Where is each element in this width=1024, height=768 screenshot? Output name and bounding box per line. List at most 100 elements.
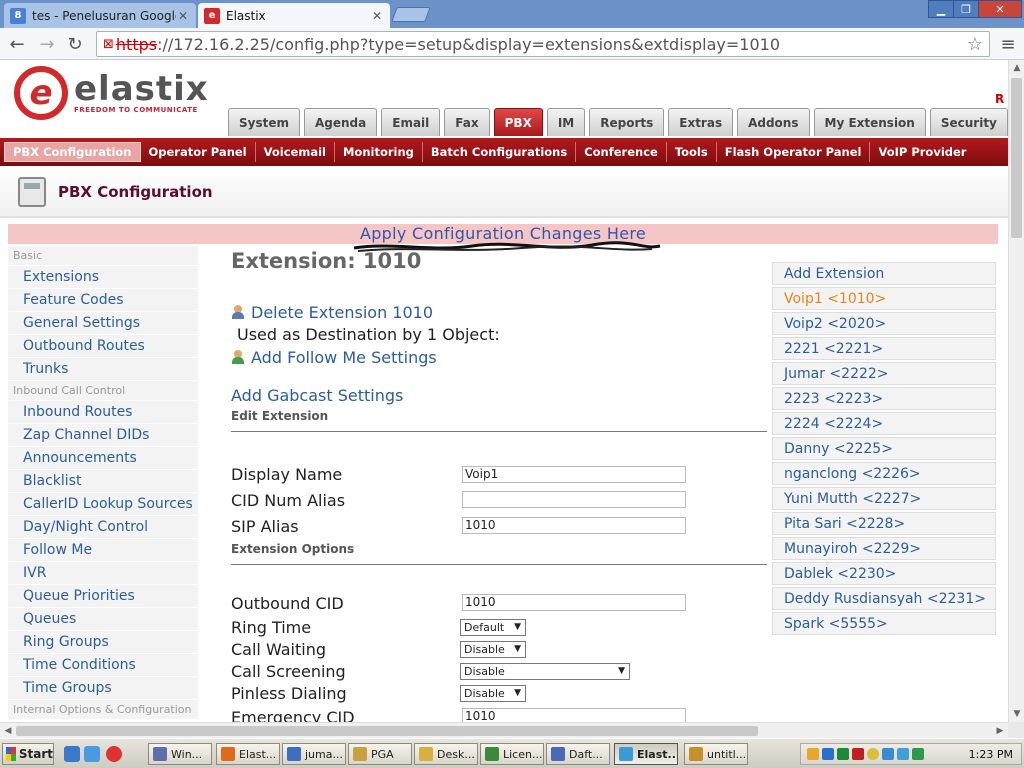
taskbar-item[interactable]: Licen... bbox=[480, 743, 544, 765]
extension-list-item[interactable]: Munayiroh <2229> bbox=[772, 537, 996, 560]
scroll-thumb[interactable] bbox=[16, 726, 758, 736]
bookmark-star-icon[interactable]: ☆ bbox=[967, 34, 983, 55]
subnav-batch-configurations[interactable]: Batch Configurations bbox=[423, 142, 577, 162]
close-tab-icon[interactable]: ✕ bbox=[176, 9, 190, 23]
clock[interactable]: 1:23 PM bbox=[969, 748, 1021, 761]
close-tab-icon[interactable]: ✕ bbox=[370, 9, 384, 23]
extension-list-item[interactable]: Voip1 <1010> bbox=[772, 287, 996, 310]
scroll-up-icon[interactable]: ▲ bbox=[1009, 60, 1024, 76]
sidebar-item-queue-priorities[interactable]: Queue Priorities bbox=[8, 585, 198, 608]
sidebar-item-outbound-routes[interactable]: Outbound Routes bbox=[8, 335, 198, 358]
tab-agenda[interactable]: Agenda bbox=[304, 108, 378, 136]
sidebar-item-follow-me[interactable]: Follow Me bbox=[8, 539, 198, 562]
tab-addons[interactable]: Addons bbox=[737, 108, 810, 136]
sidebar-item-time-groups[interactable]: Time Groups bbox=[8, 677, 198, 700]
sidebar-item-feature-codes[interactable]: Feature Codes bbox=[8, 289, 198, 312]
extension-list-item[interactable]: nganclong <2226> bbox=[772, 462, 996, 485]
sidebar-item-queues[interactable]: Queues bbox=[8, 608, 198, 631]
tab-im[interactable]: IM bbox=[546, 108, 586, 136]
subnav-monitoring[interactable]: Monitoring bbox=[335, 142, 423, 162]
extension-list-item[interactable]: 2221 <2221> bbox=[772, 337, 996, 360]
quicklaunch-icon[interactable] bbox=[84, 746, 100, 762]
ring-time-select[interactable]: Default ▼ bbox=[460, 619, 526, 636]
sidebar-item-zap-channel-dids[interactable]: Zap Channel DIDs bbox=[8, 424, 198, 447]
taskbar-item[interactable]: Elast... bbox=[614, 743, 678, 765]
tab-fax[interactable]: Fax bbox=[444, 108, 490, 136]
sidebar-item-general-settings[interactable]: General Settings bbox=[8, 312, 198, 335]
add-follow-me-link[interactable]: Add Follow Me Settings bbox=[231, 348, 437, 367]
extension-list-item[interactable]: Voip2 <2020> bbox=[772, 312, 996, 335]
extension-list-item[interactable]: Spark <5555> bbox=[772, 612, 996, 635]
tray-icon[interactable] bbox=[852, 748, 864, 760]
taskbar-item[interactable]: PGA bbox=[348, 743, 412, 765]
tray-icon[interactable] bbox=[882, 748, 894, 760]
sidebar-item-time-conditions[interactable]: Time Conditions bbox=[8, 654, 198, 677]
taskbar-item[interactable]: Win... bbox=[148, 743, 212, 765]
tab-my-extension[interactable]: My Extension bbox=[813, 108, 926, 136]
browser-tab-google[interactable]: 8 tes - Penelusuran Google ✕ bbox=[4, 3, 196, 28]
extension-list-item[interactable]: Jumar <2222> bbox=[772, 362, 996, 385]
subnav-tools[interactable]: Tools bbox=[667, 142, 717, 162]
tab-system[interactable]: System bbox=[228, 108, 300, 136]
extension-list-item[interactable]: Deddy Rusdiansyah <2231> bbox=[772, 587, 996, 610]
sidebar-item-callerid-lookup-sources[interactable]: CallerID Lookup Sources bbox=[8, 493, 198, 516]
taskbar-item[interactable]: untitl... bbox=[684, 743, 748, 765]
taskbar-item[interactable]: Daft... bbox=[546, 743, 610, 765]
header-corner-link[interactable]: R bbox=[995, 92, 1004, 106]
back-arrow-icon[interactable]: ← bbox=[6, 33, 28, 55]
extension-list-item[interactable]: Dablek <2230> bbox=[772, 562, 996, 585]
display-name-input[interactable]: Voip1 bbox=[462, 466, 686, 483]
add-extension-link[interactable]: Add Extension bbox=[772, 262, 996, 285]
subnav-operator-panel[interactable]: Operator Panel bbox=[141, 142, 256, 162]
scroll-right-icon[interactable]: ▶ bbox=[992, 723, 1008, 739]
elastix-logo[interactable]: e elastix FREEDOM TO COMMUNICATE bbox=[14, 66, 209, 120]
forward-arrow-icon[interactable]: → bbox=[36, 33, 58, 55]
extension-list-item[interactable]: Danny <2225> bbox=[772, 437, 996, 460]
sidebar-item-inbound-routes[interactable]: Inbound Routes bbox=[8, 401, 198, 424]
tray-icon[interactable] bbox=[822, 748, 834, 760]
delete-extension-link[interactable]: Delete Extension 1010 bbox=[231, 303, 433, 322]
browser-menu-icon[interactable]: ≡ bbox=[998, 34, 1018, 55]
new-tab-button[interactable] bbox=[391, 7, 431, 22]
opera-icon[interactable] bbox=[106, 746, 122, 762]
add-gabcast-link[interactable]: Add Gabcast Settings bbox=[231, 386, 403, 405]
maximize-icon[interactable]: ❐ bbox=[953, 0, 979, 18]
extension-list-item[interactable]: Pita Sari <2228> bbox=[772, 512, 996, 535]
tab-pbx[interactable]: PBX bbox=[493, 108, 543, 136]
outbound-cid-input[interactable]: 1010 bbox=[462, 594, 686, 611]
scroll-thumb[interactable] bbox=[1011, 78, 1022, 238]
vertical-scrollbar[interactable]: ▲ ▼ bbox=[1008, 60, 1024, 722]
sidebar-item-ring-groups[interactable]: Ring Groups bbox=[8, 631, 198, 654]
tray-icon[interactable] bbox=[912, 748, 924, 760]
extension-list-item[interactable]: 2223 <2223> bbox=[772, 387, 996, 410]
sidebar-item-day-night-control[interactable]: Day/Night Control bbox=[8, 516, 198, 539]
minimize-icon[interactable]: ▁ bbox=[928, 0, 954, 18]
tab-security[interactable]: Security bbox=[929, 108, 1008, 136]
sidebar-item-blacklist[interactable]: Blacklist bbox=[8, 470, 198, 493]
address-bar[interactable]: ⊠ https ://172.16.2.25/config.php?type=s… bbox=[96, 31, 990, 57]
taskbar-item[interactable]: juma... bbox=[282, 743, 346, 765]
tab-email[interactable]: Email bbox=[381, 108, 441, 136]
taskbar-item[interactable]: Elast... bbox=[216, 743, 280, 765]
reload-icon[interactable]: ↻ bbox=[64, 33, 86, 55]
cid-num-alias-input[interactable] bbox=[462, 491, 686, 508]
sidebar-item-extensions[interactable]: Extensions bbox=[8, 266, 198, 289]
taskbar-item[interactable]: Desk... bbox=[414, 743, 478, 765]
tab-extras[interactable]: Extras bbox=[668, 108, 734, 136]
tray-icon[interactable] bbox=[897, 748, 909, 760]
ie-icon[interactable] bbox=[64, 746, 80, 762]
emergency-cid-input[interactable]: 1010 bbox=[462, 708, 686, 722]
sidebar-item-announcements[interactable]: Announcements bbox=[8, 447, 198, 470]
tray-icon[interactable] bbox=[807, 748, 819, 760]
call-screening-select[interactable]: Disable ▼ bbox=[460, 663, 630, 680]
sip-alias-input[interactable]: 1010 bbox=[462, 517, 686, 534]
tray-icon[interactable] bbox=[837, 748, 849, 760]
extension-list-item[interactable]: Yuni Mutth <2227> bbox=[772, 487, 996, 510]
scroll-down-icon[interactable]: ▼ bbox=[1009, 706, 1024, 722]
pinless-dialing-select[interactable]: Disable ▼ bbox=[460, 685, 526, 702]
browser-tab-elastix[interactable]: e Elastix ✕ bbox=[198, 3, 390, 28]
subnav-flash-operator-panel[interactable]: Flash Operator Panel bbox=[717, 142, 871, 162]
subnav-pbx-configuration[interactable]: PBX Configuration bbox=[4, 142, 141, 162]
subnav-voicemail[interactable]: Voicemail bbox=[256, 142, 335, 162]
extension-list-item[interactable]: 2224 <2224> bbox=[772, 412, 996, 435]
